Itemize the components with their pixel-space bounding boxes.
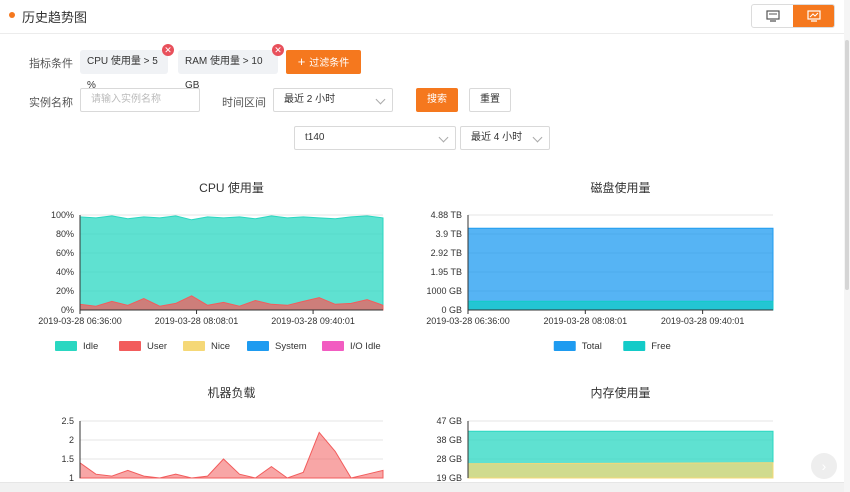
chevron-down-icon xyxy=(375,94,386,105)
series-area-0 xyxy=(467,430,774,479)
y-tick-label: 3.9 TB xyxy=(436,229,462,239)
x-tick-label: 2019-03-28 08:08:01 xyxy=(155,316,239,326)
plus-icon: + xyxy=(297,54,306,69)
instance-name-label: 实例名称 xyxy=(29,97,73,109)
legend-swatch xyxy=(55,341,77,351)
search-button[interactable]: 搜索 xyxy=(416,88,458,112)
time-range-select[interactable]: 最近 2 小时 xyxy=(273,88,393,112)
filter-chip-cpu[interactable]: CPU 使用量 > 5 % ✕ xyxy=(80,44,174,91)
list-view-button[interactable] xyxy=(752,5,793,27)
y-tick-label: 2 xyxy=(69,435,74,445)
filter-chip-text: CPU 使用量 > 5 % xyxy=(87,56,158,91)
filter-chip-ram[interactable]: RAM 使用量 > 10 GB ✕ xyxy=(178,44,284,91)
series-area-0 xyxy=(79,431,384,479)
x-tick-label: 2019-03-28 09:40:01 xyxy=(271,316,355,326)
legend-label: System xyxy=(275,341,307,352)
y-tick-label: 4.88 TB xyxy=(431,210,462,220)
legend-swatch xyxy=(247,341,269,351)
chart-monitor-icon xyxy=(806,10,821,22)
host-select[interactable]: t140 xyxy=(294,126,456,150)
y-tick-label: 40% xyxy=(56,267,74,277)
y-tick-label: 20% xyxy=(56,286,74,296)
chevron-down-icon xyxy=(438,132,449,143)
title-dot xyxy=(9,12,15,18)
y-tick-label: 47 GB xyxy=(436,416,462,426)
page-header: 历史趋势图 xyxy=(0,0,850,34)
view-toggle[interactable] xyxy=(751,4,835,28)
range-value: 最近 4 小时 xyxy=(471,132,523,143)
y-tick-label: 0% xyxy=(61,305,74,315)
y-tick-label: 80% xyxy=(56,229,74,239)
time-range-label: 时间区间 xyxy=(222,97,266,109)
legend-swatch xyxy=(119,341,141,351)
time-range-value: 最近 2 小时 xyxy=(284,94,336,105)
y-tick-label: 60% xyxy=(56,248,74,258)
vertical-scrollbar[interactable] xyxy=(844,0,850,492)
series-area-0 xyxy=(467,227,774,311)
legend-label: I/O Idle xyxy=(350,341,381,352)
range-select[interactable]: 最近 4 小时 xyxy=(460,126,550,150)
host-value: t140 xyxy=(305,132,325,143)
y-tick-label: 28 GB xyxy=(436,454,462,464)
chevron-right-icon[interactable]: › xyxy=(811,453,837,479)
series-area-1 xyxy=(467,300,774,311)
chevron-down-icon xyxy=(532,132,543,143)
legend-label: Free xyxy=(651,341,671,352)
legend-swatch xyxy=(183,341,205,351)
horizontal-scrollbar[interactable] xyxy=(0,482,844,492)
add-filter-label: 过滤条件 xyxy=(309,58,350,69)
chart-view-button[interactable] xyxy=(793,5,834,27)
y-tick-label: 1000 GB xyxy=(426,286,462,296)
legend-swatch xyxy=(322,341,344,351)
series-area-1 xyxy=(79,295,384,311)
add-filter-button[interactable]: + 过滤条件 xyxy=(286,50,361,74)
legend-label: Total xyxy=(582,341,602,352)
remove-chip-icon[interactable]: ✕ xyxy=(272,44,284,56)
disk-chart-title: 磁盘使用量 xyxy=(590,181,651,195)
memory-chart-title: 内存使用量 xyxy=(590,386,651,400)
legend-label: Nice xyxy=(211,341,230,352)
instance-name-input[interactable]: 请输入实例名称 xyxy=(80,88,200,112)
y-tick-label: 2.5 xyxy=(61,416,74,426)
y-tick-label: 0 GB xyxy=(441,305,462,315)
page-title: 历史趋势图 xyxy=(22,10,88,25)
filter-chip-text: RAM 使用量 > 10 GB xyxy=(185,56,263,91)
legend-label: User xyxy=(147,341,167,352)
legend-swatch xyxy=(553,341,576,351)
series-area-1 xyxy=(467,462,774,479)
y-tick-label: 2.92 TB xyxy=(431,248,462,258)
y-tick-label: 100% xyxy=(51,210,74,220)
reset-button[interactable]: 重置 xyxy=(469,88,511,112)
x-tick-label: 2019-03-28 09:40:01 xyxy=(661,316,745,326)
y-tick-label: 1.95 TB xyxy=(431,267,462,277)
x-tick-label: 2019-03-28 06:36:00 xyxy=(426,316,510,326)
metric-condition-label: 指标条件 xyxy=(29,58,73,70)
legend-label: Idle xyxy=(83,341,98,352)
monitor-icon xyxy=(765,10,780,22)
y-tick-label: 38 GB xyxy=(436,435,462,445)
load-chart-title: 机器负载 xyxy=(207,386,256,400)
cpu-chart-title: CPU 使用量 xyxy=(199,181,264,195)
x-tick-label: 2019-03-28 08:08:01 xyxy=(544,316,628,326)
y-tick-label: 1.5 xyxy=(61,454,74,464)
scrollbar-thumb[interactable] xyxy=(845,40,849,290)
x-tick-label: 2019-03-28 06:36:00 xyxy=(38,316,122,326)
remove-chip-icon[interactable]: ✕ xyxy=(162,44,174,56)
series-area-0 xyxy=(79,215,384,311)
legend-swatch xyxy=(623,341,646,351)
